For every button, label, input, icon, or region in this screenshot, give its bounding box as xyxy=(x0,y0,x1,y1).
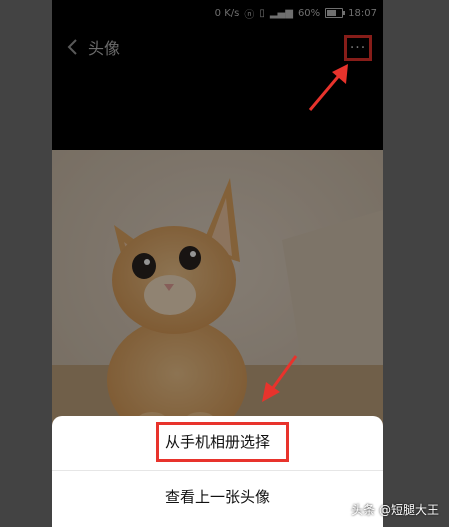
arrow-to-album-icon xyxy=(262,355,298,402)
arrow-to-more-icon xyxy=(308,64,348,111)
highlight-box xyxy=(156,422,289,462)
view-previous-avatar-button[interactable]: 查看上一张头像 xyxy=(52,470,383,521)
phone-screen: 0 K/s ⓝ ▯ ▂▄▆ 60% 18:07 头像 ··· 从手机相册选择 查… xyxy=(52,0,383,527)
watermark: 头条 @短腿大王 xyxy=(351,503,439,517)
view-previous-avatar-label: 查看上一张头像 xyxy=(164,487,270,506)
action-sheet: 从手机相册选择 查看上一张头像 xyxy=(52,416,383,527)
